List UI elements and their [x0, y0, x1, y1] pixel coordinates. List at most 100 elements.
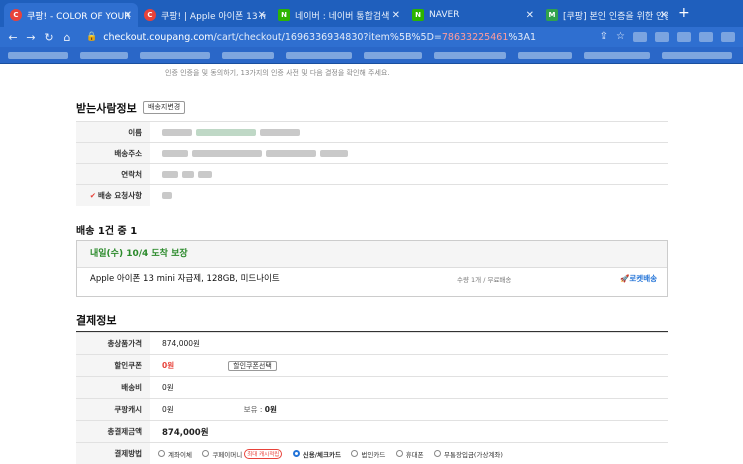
bookmark-star-icon[interactable]: ☆: [616, 31, 625, 42]
method-bank-transfer[interactable]: 계좌이체: [158, 449, 192, 459]
reload-icon[interactable]: ↻: [40, 31, 58, 44]
extension-icon[interactable]: [655, 31, 669, 42]
address-label: 배송주소: [76, 142, 150, 164]
coupang-cash-row: 0원 보유 : 0원: [150, 398, 668, 421]
total-product-label: 총상품가격: [76, 332, 150, 355]
rocket-delivery-badge: 🚀로켓배송: [620, 274, 657, 283]
cash-held-label: 보유 :: [243, 405, 263, 414]
radio-icon: [351, 450, 359, 457]
radio-icon: [202, 450, 210, 457]
bookmark-item[interactable]: [8, 52, 68, 59]
method-mobile[interactable]: 휴대폰: [395, 449, 424, 459]
payment-method-label: 결제방법: [76, 442, 150, 464]
payment-section-title: 결제정보: [76, 314, 117, 327]
change-address-button[interactable]: 배송지변경: [143, 101, 186, 114]
forward-arrow-icon[interactable]: →: [22, 31, 40, 44]
bookmark-item[interactable]: [662, 52, 732, 59]
tab-naver-search[interactable]: N 네이버 : 네이버 통합검색 ✕: [272, 3, 406, 27]
tab-coupang-verification[interactable]: M [쿠팡] 본인 인증을 위한 인증코드 ✕: [540, 3, 674, 27]
table-row: 연락처: [76, 163, 668, 185]
tab-coupang-iphone[interactable]: C 쿠팡! | Apple 아이폰 13 mini 자 ✕: [138, 3, 272, 27]
back-arrow-icon[interactable]: ←: [4, 31, 22, 44]
coupang-favicon-icon: C: [10, 9, 22, 21]
coupon-value: 0원: [162, 360, 175, 370]
cash-held-value: 0원: [264, 405, 277, 414]
bookmark-item[interactable]: [80, 52, 128, 59]
bookmark-item[interactable]: [518, 52, 572, 59]
profile-avatar[interactable]: [721, 31, 735, 42]
coupang-cash-value: 0원: [162, 405, 174, 414]
request-label: ✔ 배송 요청사항: [76, 184, 150, 206]
tab-naver[interactable]: N NAVER ✕: [406, 3, 540, 27]
method-virtual-account[interactable]: 무통장입금(가상계좌): [434, 449, 503, 459]
extension-icon[interactable]: [677, 31, 691, 42]
coupon-row: 0원 할인쿠폰선택: [150, 354, 668, 377]
url-field[interactable]: 🔒 checkout.coupang.com/cart/checkout/169…: [86, 29, 536, 45]
method-credit-card[interactable]: 신용/체크카드: [292, 449, 341, 459]
recipient-table: 이름 배송주소 연락처 ✔ 배송 요청사항: [76, 121, 668, 206]
tab-bar: C 쿠팡! - COLOR OF YOUR DAY ✕ C 쿠팡! | Appl…: [0, 0, 743, 27]
method-coupay-money[interactable]: 쿠페이머니 최대 캐시적립: [202, 448, 283, 459]
address-bar: ← → ↻ ⌂ 🔒 checkout.coupang.com/cart/chec…: [0, 27, 743, 47]
new-tab-button[interactable]: +: [678, 5, 690, 21]
select-coupon-button[interactable]: 할인쿠폰선택: [228, 360, 277, 371]
share-icon[interactable]: ⇪: [600, 31, 608, 42]
toolbar-icons: ⇪ ☆: [600, 31, 735, 42]
address-value: [150, 142, 668, 164]
method-corporate-card[interactable]: 법인카드: [351, 449, 385, 459]
radio-icon: [395, 450, 403, 457]
tab-title: NAVER: [429, 10, 460, 20]
table-row: 배송비 0원: [76, 376, 668, 399]
lock-icon: 🔒: [86, 32, 98, 42]
rocket-icon: 🚀: [620, 274, 630, 283]
home-icon[interactable]: ⌂: [58, 31, 76, 44]
table-row: ✔ 배송 요청사항: [76, 184, 668, 206]
bookmark-item[interactable]: [222, 52, 274, 59]
table-row: 결제방법 계좌이체 쿠페이머니 최대 캐시적립 신용/체크카드 법인카드 휴대폰 …: [76, 442, 668, 464]
bookmark-item[interactable]: [364, 52, 422, 59]
cash-reward-badge: 최대 캐시적립: [244, 448, 283, 459]
table-row: 이름: [76, 121, 668, 143]
extension-icon[interactable]: [633, 31, 647, 42]
naver-favicon-icon: N: [412, 9, 424, 21]
close-tab-icon[interactable]: ✕: [660, 10, 668, 21]
radio-icon: [158, 450, 165, 457]
bookmark-item[interactable]: [434, 52, 506, 59]
delivery-guarantee: 내일(수) 10/4 도착 보장: [77, 241, 667, 268]
table-row: 총결제금액 874,000원: [76, 420, 668, 443]
radio-selected-icon: [292, 450, 300, 457]
total-product-value: 874,000원: [150, 332, 668, 355]
payment-methods: 계좌이체 쿠페이머니 최대 캐시적립 신용/체크카드 법인카드 휴대폰 무통장입금…: [150, 442, 668, 464]
payment-table: 총상품가격 874,000원 할인쿠폰 0원 할인쿠폰선택 배송비 0원 쿠팡캐시…: [76, 332, 668, 464]
delivery-section-title: 배송 1건 중 1: [76, 226, 138, 237]
shipping-fee-value: 0원: [150, 376, 668, 399]
close-tab-icon[interactable]: ✕: [258, 10, 266, 21]
browser-chrome: C 쿠팡! - COLOR OF YOUR DAY ✕ C 쿠팡! | Appl…: [0, 0, 743, 64]
tab-title: 쿠팡! | Apple 아이폰 13 mini 자: [161, 11, 266, 22]
total-payment-label: 총결제금액: [76, 420, 150, 443]
check-icon: ✔: [89, 190, 96, 200]
tab-coupang-home[interactable]: C 쿠팡! - COLOR OF YOUR DAY ✕: [4, 3, 138, 27]
request-value: [150, 184, 668, 206]
close-tab-icon[interactable]: ✕: [526, 10, 534, 21]
extension-icon[interactable]: [699, 31, 713, 42]
contact-value: [150, 163, 668, 185]
radio-icon: [434, 450, 442, 457]
quantity-shipping: 수량 1개 / 무료배송: [457, 276, 512, 284]
bookmark-item[interactable]: [584, 52, 650, 59]
bookmark-item[interactable]: [140, 52, 210, 59]
table-row: 배송주소: [76, 142, 668, 164]
shipping-fee-label: 배송비: [76, 376, 150, 399]
close-tab-icon[interactable]: ✕: [392, 10, 400, 21]
table-row: 총상품가격 874,000원: [76, 332, 668, 355]
table-row: 쿠팡캐시 0원 보유 : 0원: [76, 398, 668, 421]
name-value: [150, 121, 668, 143]
bookmark-item[interactable]: [286, 52, 352, 59]
delivery-box: 내일(수) 10/4 도착 보장 Apple 아이폰 13 mini 자급제, …: [76, 240, 668, 297]
recipient-section-title: 받는사람정보: [76, 102, 137, 115]
close-tab-icon[interactable]: ✕: [124, 10, 132, 21]
tab-title: 쿠팡! - COLOR OF YOUR DAY: [27, 11, 132, 22]
total-payment-value: 874,000원: [150, 420, 668, 443]
coupon-label: 할인쿠폰: [76, 354, 150, 377]
contact-label: 연락처: [76, 163, 150, 185]
